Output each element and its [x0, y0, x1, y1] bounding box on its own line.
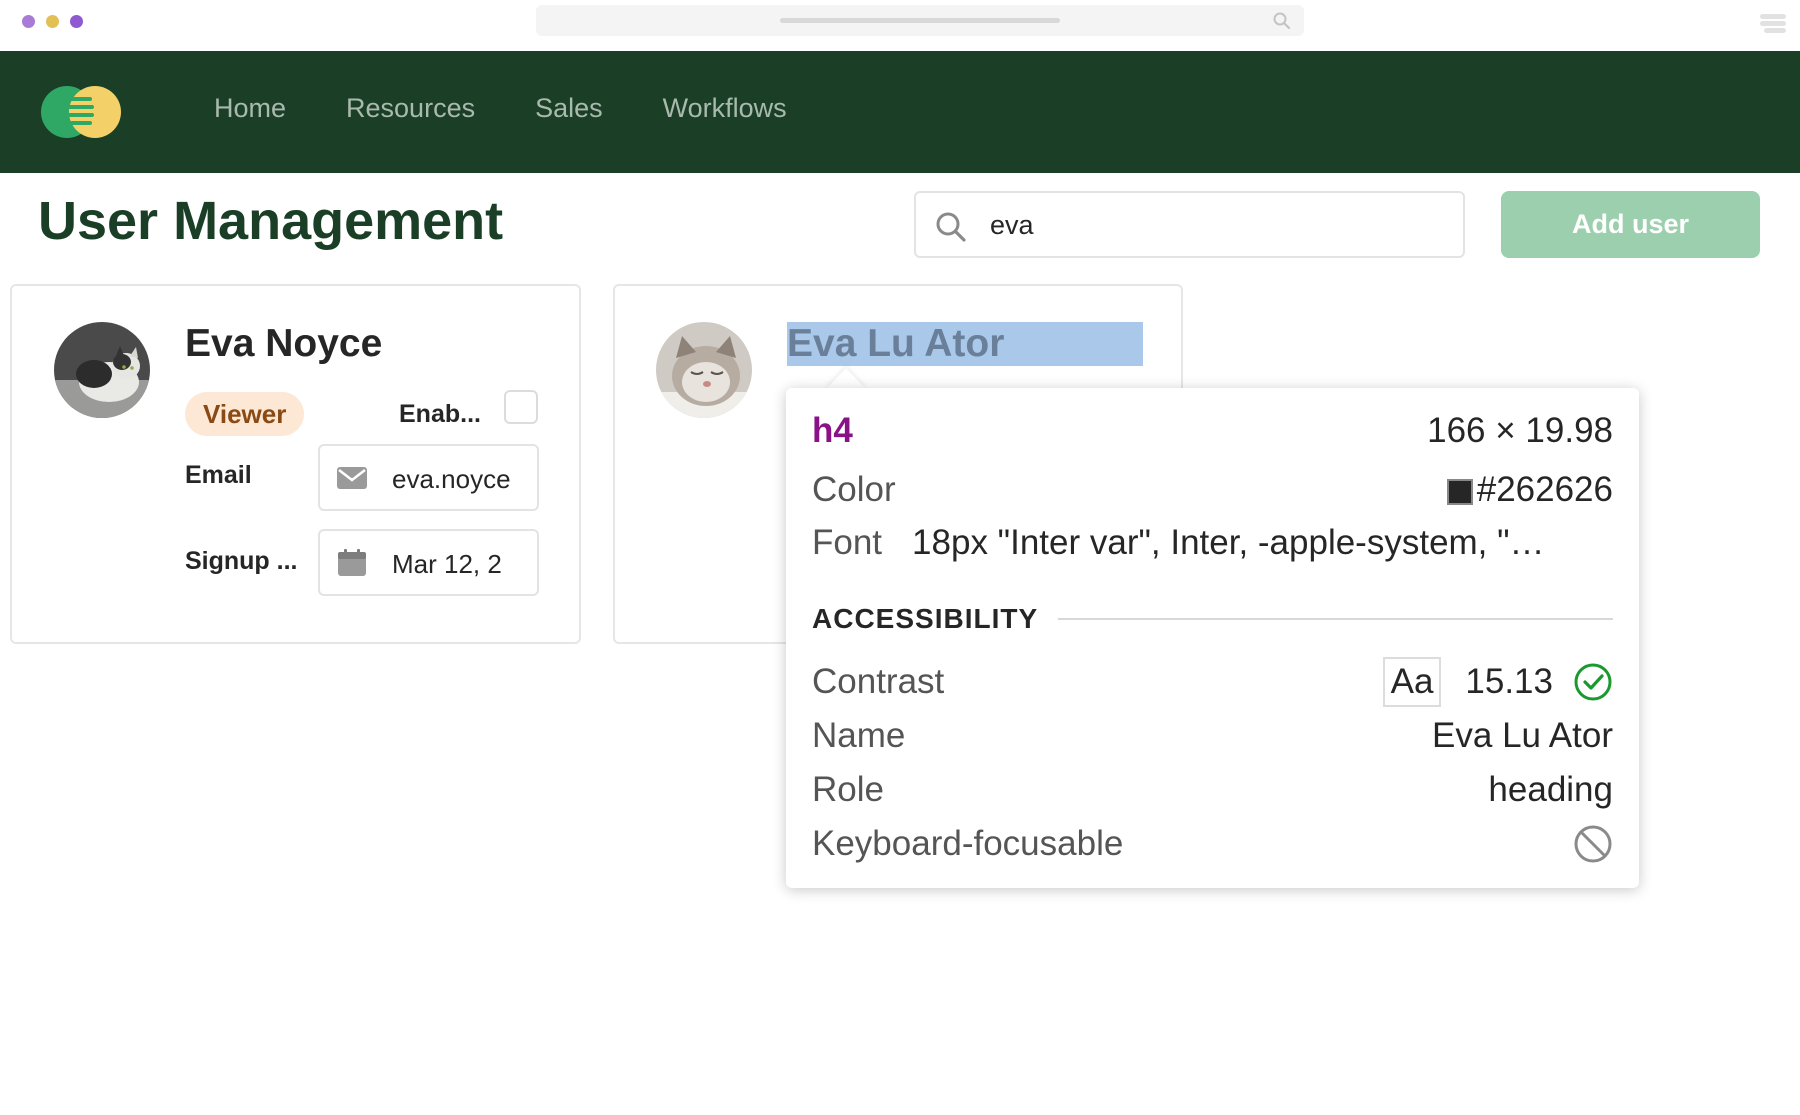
window-controls	[22, 15, 83, 28]
signup-date-value: Mar 12, 2	[392, 549, 502, 579]
signup-label: Signup ...	[185, 547, 298, 575]
email-label: Email	[185, 461, 252, 489]
cat-photo-icon	[656, 322, 752, 418]
accessibility-section-header: ACCESSIBILITY	[812, 601, 1613, 637]
user-card: Eva Noyce Viewer Enab... Email eva.noyce…	[10, 284, 581, 644]
inspector-contrast-row: Contrast Aa 15.13	[812, 657, 1613, 707]
inspector-name-label: Name	[812, 716, 906, 755]
nav-item-workflows[interactable]: Workflows	[663, 93, 787, 124]
inspector-font-row: Font 18px "Inter var", Inter, -apple-sys…	[812, 519, 1613, 567]
user-search-box[interactable]	[914, 191, 1465, 258]
avatar	[54, 322, 150, 418]
inspector-focusable-label: Keyboard-focusable	[812, 824, 1124, 863]
nav-item-resources[interactable]: Resources	[346, 93, 475, 124]
nav-item-home[interactable]: Home	[214, 93, 286, 124]
app-logo-icon[interactable]	[40, 85, 122, 139]
inspector-role-label: Role	[812, 770, 884, 809]
email-field[interactable]: eva.noyce	[318, 444, 539, 511]
inspector-font-value: 18px "Inter var", Inter, -apple-system, …	[912, 523, 1545, 562]
inspector-tag-row: h4 166 × 19.98	[812, 407, 1613, 455]
add-user-button[interactable]: Add user	[1501, 191, 1760, 258]
check-circle-icon	[1574, 663, 1612, 701]
inspector-color-row: Color #262626	[812, 466, 1613, 514]
minimize-window-dot[interactable]	[46, 15, 59, 28]
enabled-checkbox[interactable]	[504, 390, 538, 424]
address-placeholder-line	[780, 18, 1060, 23]
role-badge: Viewer	[185, 392, 305, 436]
inspector-focusable-row: Keyboard-focusable	[812, 820, 1613, 868]
inspector-name-value: Eva Lu Ator	[1432, 716, 1613, 755]
inspector-dimensions: 166 × 19.98	[1427, 411, 1613, 450]
inspector-color-value: #262626	[1476, 470, 1613, 509]
search-icon	[936, 212, 966, 242]
browser-chrome	[0, 0, 1800, 51]
page-title: User Management	[38, 191, 504, 251]
inspector-name-row: Name Eva Lu Ator	[812, 712, 1613, 760]
color-swatch-icon	[1446, 478, 1473, 505]
user-name-highlighted: Eva Lu Ator	[787, 322, 1143, 366]
not-allowed-icon	[1574, 825, 1612, 863]
contrast-sample: Aa	[1382, 657, 1442, 707]
nav-menu: Home Resources Sales Workflows	[214, 93, 787, 124]
avatar	[656, 322, 752, 418]
inspector-pointer	[826, 368, 866, 389]
address-bar[interactable]	[536, 5, 1304, 36]
search-icon	[1273, 12, 1291, 30]
inspector-role-value: heading	[1488, 770, 1613, 809]
enabled-label: Enab...	[399, 400, 481, 428]
element-inspector-tooltip: h4 166 × 19.98 Color #262626 Font 18px "…	[786, 388, 1639, 888]
email-value: eva.noyce	[392, 464, 511, 494]
inspector-font-label: Font	[812, 523, 883, 562]
browser-menu-icon[interactable]	[1760, 12, 1786, 34]
search-input[interactable]	[988, 205, 1438, 245]
inspector-tag: h4	[812, 411, 853, 450]
accessibility-title: ACCESSIBILITY	[812, 603, 1039, 634]
close-window-dot[interactable]	[22, 15, 35, 28]
section-divider	[1058, 618, 1613, 620]
inspector-contrast-value: 15.13	[1465, 662, 1553, 701]
top-nav: Home Resources Sales Workflows	[0, 51, 1800, 173]
inspector-color-label: Color	[812, 470, 896, 509]
cat-photo-icon	[54, 322, 150, 418]
mail-icon	[337, 467, 367, 489]
inspector-role-row: Role heading	[812, 766, 1613, 814]
maximize-window-dot[interactable]	[70, 15, 83, 28]
calendar-icon	[338, 549, 366, 576]
signup-date-field[interactable]: Mar 12, 2	[318, 529, 539, 596]
inspector-contrast-label: Contrast	[812, 662, 945, 701]
nav-item-sales[interactable]: Sales	[535, 93, 603, 124]
user-name: Eva Noyce	[185, 322, 383, 365]
